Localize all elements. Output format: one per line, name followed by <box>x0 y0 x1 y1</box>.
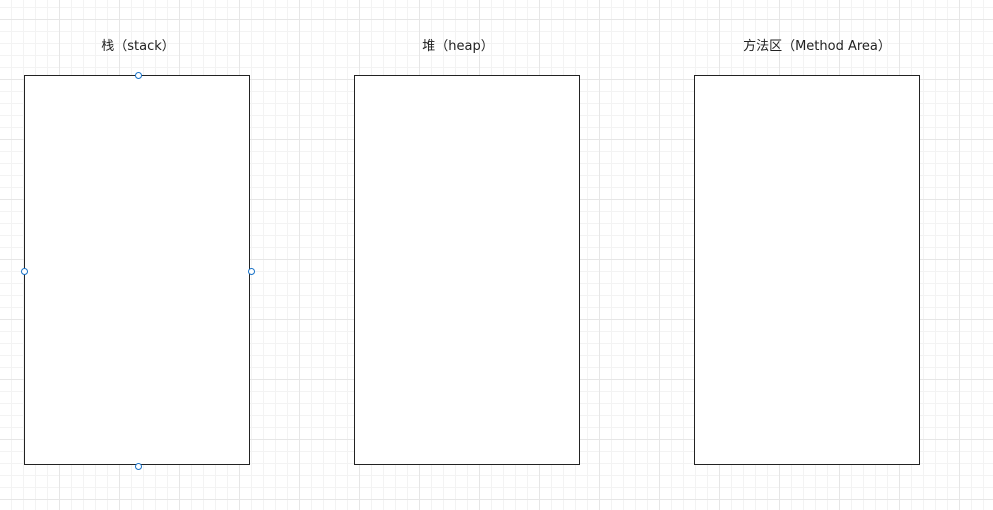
resize-handle-right[interactable] <box>248 268 255 275</box>
resize-handle-left[interactable] <box>21 268 28 275</box>
diagram-canvas[interactable]: 栈（stack） 堆（heap） 方法区（Method Area） <box>0 0 993 510</box>
resize-handle-bottom[interactable] <box>135 463 142 470</box>
resize-handle-top[interactable] <box>135 72 142 79</box>
heap-box[interactable] <box>354 75 580 465</box>
method-area-label: 方法区（Method Area） <box>743 39 891 54</box>
stack-label: 栈（stack） <box>101 39 175 54</box>
method-area-box[interactable] <box>694 75 920 465</box>
stack-box[interactable] <box>24 75 250 465</box>
heap-label: 堆（heap） <box>422 39 494 54</box>
